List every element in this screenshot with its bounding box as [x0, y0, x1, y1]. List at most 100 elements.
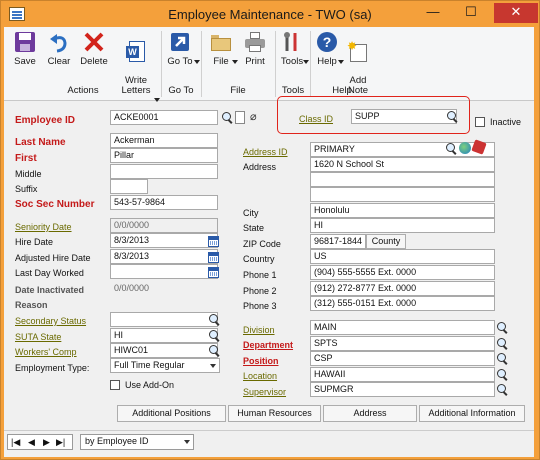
use-addon-label: Use Add-On	[125, 380, 175, 390]
reason-label: Reason	[15, 300, 48, 310]
hire-date-calendar-icon[interactable]	[208, 236, 219, 247]
last-day-label: Last Day Worked	[15, 268, 84, 278]
first-name-field[interactable]: Pillar	[110, 148, 218, 163]
employment-type-select[interactable]: Full Time Regular	[110, 358, 220, 373]
supervisor-label[interactable]: Supervisor	[243, 387, 286, 397]
phone2-field[interactable]: (912) 272-8777 Ext. 0000	[310, 281, 495, 296]
suta-state-field[interactable]: HI	[110, 328, 218, 343]
phone3-field[interactable]: (312) 555-0151 Ext. 0000	[310, 296, 495, 311]
employee-id-label: Employee ID	[15, 115, 76, 126]
address-label: Address	[243, 162, 277, 172]
workers-comp-lookup-icon[interactable]	[208, 344, 221, 357]
supervisor-lookup-icon[interactable]	[496, 383, 509, 396]
hire-date-field[interactable]: 8/3/2013	[110, 233, 218, 248]
position-label[interactable]: Position	[243, 356, 279, 366]
phone2-label: Phone 2	[243, 286, 277, 296]
attachment-icon[interactable]: ⌀	[250, 110, 257, 123]
chevron-down-icon	[184, 440, 190, 444]
first-name-label: First	[15, 153, 37, 164]
state-label: State	[243, 223, 265, 233]
adj-hire-date-calendar-icon[interactable]	[208, 252, 219, 263]
employment-type-value: Full Time Regular	[114, 360, 185, 370]
division-lookup-icon[interactable]	[496, 321, 509, 334]
previous-record-icon[interactable]: ◀	[28, 437, 35, 448]
last-record-icon[interactable]: ▶|	[56, 437, 65, 448]
address-line2-field[interactable]	[310, 172, 495, 187]
address-lookup-icon[interactable]	[445, 142, 458, 155]
zip-label: ZIP Code	[243, 239, 281, 249]
sort-by-select[interactable]: by Employee ID	[80, 434, 194, 450]
date-inactivated-field: 0/0/0000	[110, 281, 218, 296]
location-field[interactable]: HAWAII	[310, 367, 495, 382]
phone1-label: Phone 1	[243, 270, 277, 280]
middle-field[interactable]	[110, 164, 218, 179]
first-record-icon[interactable]: |◀	[11, 437, 20, 448]
last-day-calendar-icon[interactable]	[208, 267, 219, 278]
inactive-label: Inactive	[490, 117, 522, 127]
seniority-date-label[interactable]: Seniority Date	[15, 222, 72, 232]
employment-type-label: Employment Type:	[15, 363, 90, 373]
record-navigator: |◀ ◀ ▶ ▶|	[7, 434, 73, 450]
position-field[interactable]: CSP	[310, 351, 495, 366]
ssn-field[interactable]: 543-57-9864	[110, 195, 218, 210]
department-lookup-icon[interactable]	[496, 337, 509, 350]
date-inactivated-label: Date Inactivated	[15, 285, 85, 295]
additional-positions-button[interactable]: Additional Positions	[117, 405, 226, 422]
inactive-checkbox[interactable]	[475, 117, 485, 127]
class-id-label[interactable]: Class ID	[299, 114, 333, 124]
state-field[interactable]: HI	[310, 218, 495, 233]
middle-label: Middle	[15, 169, 42, 179]
employee-lookup-icon[interactable]	[221, 111, 234, 124]
secondary-status-field[interactable]	[110, 312, 218, 327]
country-field[interactable]: US	[310, 249, 495, 264]
suffix-field[interactable]	[110, 179, 148, 194]
note-page-icon[interactable]	[235, 111, 245, 124]
employee-id-field[interactable]: ACKE0001	[110, 110, 218, 125]
hire-date-label: Hire Date	[15, 237, 54, 247]
position-lookup-icon[interactable]	[496, 352, 509, 365]
suffix-label: Suffix	[15, 184, 38, 194]
sort-by-value: by Employee ID	[85, 436, 149, 446]
class-id-field[interactable]: SUPP	[351, 109, 457, 124]
workers-comp-field[interactable]: HIWC01	[110, 343, 218, 358]
address-line1-field[interactable]: 1620 N School St	[310, 157, 495, 172]
division-label[interactable]: Division	[243, 325, 275, 335]
reason-field	[110, 296, 218, 311]
supervisor-field[interactable]: SUPMGR	[310, 382, 495, 397]
address-id-label[interactable]: Address ID	[243, 147, 288, 157]
workers-comp-label[interactable]: Workers' Comp	[15, 347, 77, 357]
adj-hire-date-label: Adjusted Hire Date	[15, 253, 91, 263]
secondary-status-label[interactable]: Secondary Status	[15, 316, 86, 326]
suta-state-label[interactable]: SUTA State	[15, 332, 61, 342]
ssn-label: Soc Sec Number	[15, 199, 95, 210]
city-field[interactable]: Honolulu	[310, 203, 495, 218]
address-button[interactable]: Address	[323, 405, 417, 422]
division-field[interactable]: MAIN	[310, 320, 495, 335]
phone1-field[interactable]: (904) 555-5555 Ext. 0000	[310, 265, 495, 280]
location-label[interactable]: Location	[243, 371, 277, 381]
chevron-down-icon	[210, 364, 216, 368]
last-name-label: Last Name	[15, 137, 66, 148]
globe-icon[interactable]	[459, 142, 471, 154]
last-day-field[interactable]	[110, 264, 218, 279]
use-addon-checkbox[interactable]	[110, 380, 120, 390]
last-name-field[interactable]: Ackerman	[110, 133, 218, 148]
county-button[interactable]: County	[366, 234, 406, 249]
adj-hire-date-field[interactable]: 8/3/2013	[110, 249, 218, 264]
country-label: Country	[243, 254, 275, 264]
city-label: City	[243, 208, 259, 218]
next-record-icon[interactable]: ▶	[43, 437, 50, 448]
seniority-date-field: 0/0/0000	[110, 218, 218, 233]
department-label[interactable]: Department	[243, 340, 293, 350]
form-area: Employee ID ACKE0001 ⌀ Class ID SUPP Ina…	[0, 0, 540, 460]
phone3-label: Phone 3	[243, 301, 277, 311]
department-field[interactable]: SPTS	[310, 336, 495, 351]
suta-lookup-icon[interactable]	[208, 329, 221, 342]
class-lookup-icon[interactable]	[446, 110, 459, 123]
zip-field[interactable]: 96817-1844	[310, 234, 366, 249]
location-lookup-icon[interactable]	[496, 368, 509, 381]
secondary-status-lookup-icon[interactable]	[208, 313, 221, 326]
address-line3-field[interactable]	[310, 187, 495, 202]
additional-information-button[interactable]: Additional Information	[419, 405, 525, 422]
human-resources-button[interactable]: Human Resources	[228, 405, 321, 422]
